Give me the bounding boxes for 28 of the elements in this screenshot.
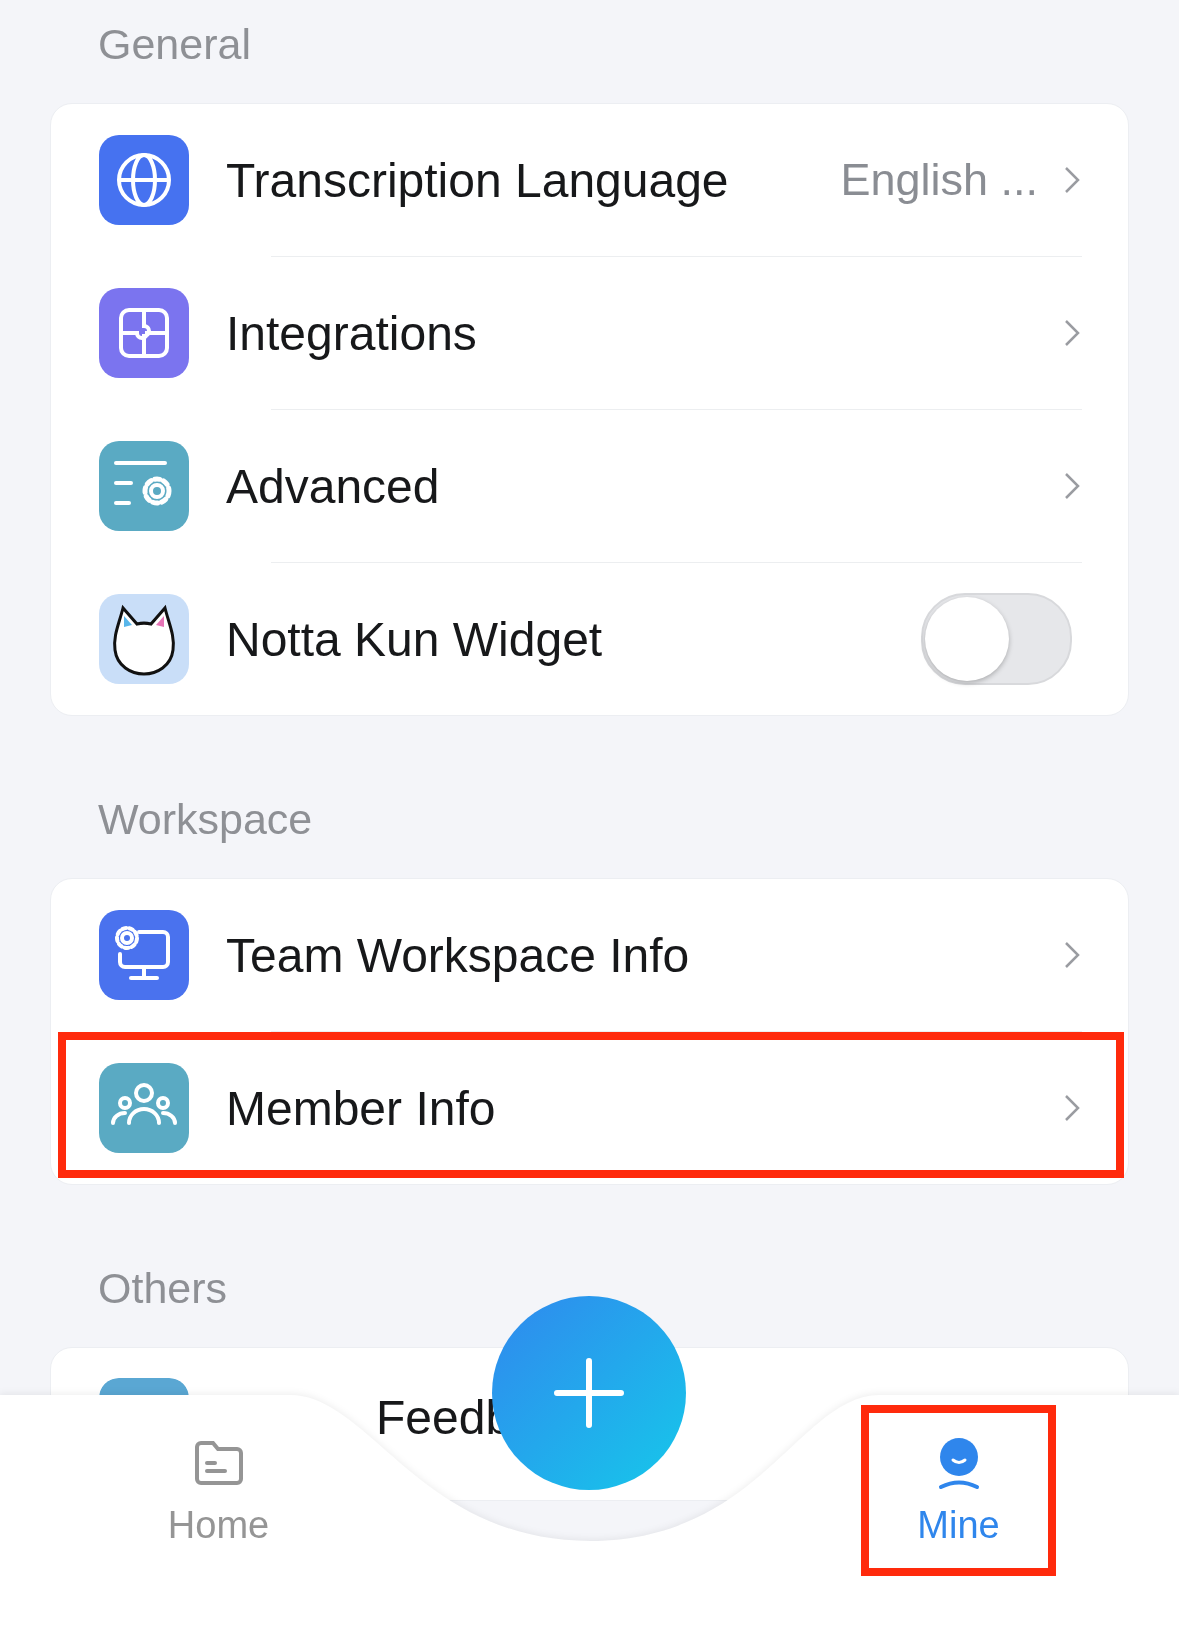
settings-row[interactable]: Team Workspace Info (51, 879, 1128, 1031)
settings-row[interactable]: Notta Kun Widget (51, 563, 1128, 715)
people-icon (99, 1063, 189, 1153)
tab[interactable]: Mine (861, 1405, 1056, 1576)
chevron-icon (1064, 941, 1080, 969)
chevron-icon (1064, 166, 1080, 194)
section-header: Others (98, 1263, 229, 1314)
settings-row[interactable]: Member Info (51, 1032, 1128, 1184)
row-title: Advanced (226, 458, 441, 514)
globe-icon (99, 135, 189, 225)
puzzle-icon (99, 288, 189, 378)
section-header: Workspace (98, 794, 314, 845)
row-title: Member Info (226, 1080, 497, 1136)
animal-head-icon (99, 594, 189, 684)
section-header: General (98, 19, 252, 70)
chevron-icon (1064, 319, 1080, 347)
settings-list-icon (99, 441, 189, 531)
settings-row[interactable]: Advanced (51, 410, 1128, 562)
row-title: Integrations (226, 305, 478, 361)
chevron-icon (1064, 472, 1080, 500)
row-title: Transcription Language (226, 152, 730, 208)
row-title: Notta Kun Widget (226, 611, 604, 667)
chevron-icon (1064, 1094, 1080, 1122)
settings-row[interactable]: Transcription Language English ... (51, 104, 1128, 256)
settings-row[interactable]: Integrations (51, 257, 1128, 409)
row-title: Team Workspace Info (226, 927, 691, 983)
monitor-gear-icon (99, 910, 189, 1000)
row-value: English ... (840, 154, 1038, 206)
